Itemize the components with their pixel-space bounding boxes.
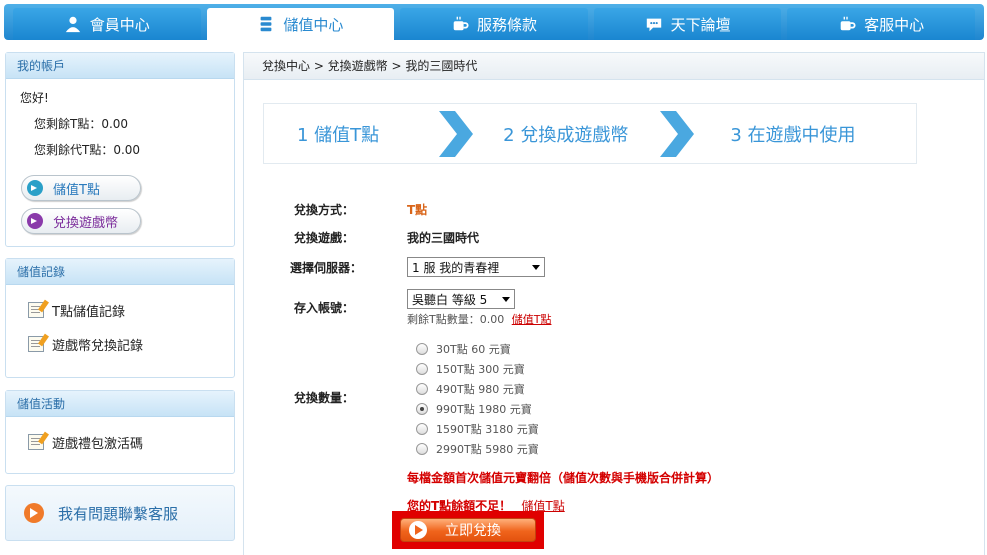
account-panel: 我的帳戶 您好! 您剩餘T點：0.00 您剩餘代T點：0.00 儲值T點 兌換遊… bbox=[5, 52, 235, 247]
quantity-option-label: 150T點 300 元寶 bbox=[436, 363, 525, 376]
remaining-points: 剩餘T點數量：0.00 bbox=[407, 313, 505, 326]
game-value: 我的三國時代 bbox=[407, 231, 480, 245]
quantity-option[interactable]: 990T點 1980 元寶 bbox=[416, 399, 532, 419]
exchange-button-label: 兌換遊戲幣 bbox=[53, 215, 119, 231]
promo-notice: 每檔金額首次儲值元寶翻倍（儲值次數與手機版合併計算） bbox=[407, 471, 720, 485]
exchange-now-label: 立即兌換 bbox=[445, 523, 501, 539]
server-select-value: 1 服 我的青春裡 bbox=[412, 260, 500, 275]
method-value: T點 bbox=[407, 203, 428, 217]
quantity-option[interactable]: 1590T點 3180 元寶 bbox=[416, 419, 539, 439]
greeting: 您好! bbox=[20, 91, 49, 105]
sidebar-item-label: T點儲值記錄 bbox=[52, 304, 125, 320]
cup-icon bbox=[453, 16, 469, 31]
tab-terms[interactable]: 服務條款 bbox=[400, 8, 588, 40]
exchange-button[interactable]: 兌換遊戲幣 bbox=[21, 208, 141, 234]
method-label: 兌換方式： bbox=[293, 203, 354, 217]
sidebar-item-label: 遊戲禮包激活碼 bbox=[52, 436, 144, 452]
step-3: 3 在遊戲中使用 bbox=[730, 124, 856, 146]
tab-label: 天下論壇 bbox=[670, 15, 731, 34]
tab-topup-center[interactable]: 儲值中心 bbox=[206, 8, 395, 40]
account-select[interactable]: 吳聽白 等級 5 bbox=[407, 289, 515, 309]
account-select-value: 吳聽白 等級 5 bbox=[412, 292, 488, 307]
account-label: 存入帳號： bbox=[293, 301, 354, 315]
t-points-balance: 您剩餘T點：0.00 bbox=[34, 117, 129, 131]
sidebar-item-label: 遊戲幣兌換記錄 bbox=[52, 338, 144, 354]
quantity-option[interactable]: 2990T點 5980 元寶 bbox=[416, 439, 539, 459]
proxy-points-balance: 您剩餘代T點：0.00 bbox=[34, 143, 141, 157]
arrow-icon bbox=[24, 503, 44, 523]
tab-label: 儲值中心 bbox=[283, 15, 344, 34]
topup-link[interactable]: 儲值T點 bbox=[512, 313, 552, 326]
radio-button-selected[interactable] bbox=[416, 403, 428, 415]
top-nav: 會員中心 儲值中心 服務條款 天下論壇 客服中心 bbox=[4, 4, 984, 40]
main-content: 兌換中心 > 兌換遊戲幣 > 我的三國時代 1 儲值T點 2 兌換成遊戲幣 3 … bbox=[243, 52, 985, 555]
sidebar-item-t-topup-records[interactable]: T點儲值記錄 bbox=[6, 293, 234, 327]
events-panel-title: 儲值活動 bbox=[6, 391, 234, 417]
note-edit-icon bbox=[28, 302, 44, 318]
contact-support-button[interactable]: 我有問題聯繫客服 bbox=[5, 485, 235, 541]
records-panel-title: 儲值記錄 bbox=[6, 259, 234, 285]
account-panel-title: 我的帳戶 bbox=[6, 53, 234, 79]
tab-member-center[interactable]: 會員中心 bbox=[13, 8, 201, 40]
quantity-option-label: 490T點 980 元寶 bbox=[436, 383, 525, 396]
quantity-option[interactable]: 30T點 60 元寶 bbox=[416, 339, 511, 359]
tab-label: 會員中心 bbox=[89, 15, 150, 34]
tab-forum[interactable]: 天下論壇 bbox=[593, 8, 782, 40]
user-icon bbox=[65, 16, 80, 33]
step-1: 1 儲值T點 bbox=[297, 124, 380, 146]
events-panel: 儲值活動 遊戲禮包激活碼 bbox=[5, 390, 235, 474]
radio-button[interactable] bbox=[416, 363, 428, 375]
tab-customer-service[interactable]: 客服中心 bbox=[787, 8, 975, 40]
step-indicator: 1 儲值T點 2 兌換成遊戲幣 3 在遊戲中使用 bbox=[263, 103, 917, 164]
chevron-down-icon bbox=[502, 296, 510, 302]
radio-button[interactable] bbox=[416, 383, 428, 395]
cup-icon bbox=[840, 16, 856, 31]
sidebar-item-gift-codes[interactable]: 遊戲禮包激活碼 bbox=[6, 425, 234, 459]
tab-label: 服務條款 bbox=[476, 15, 537, 34]
database-icon bbox=[260, 16, 272, 32]
server-select[interactable]: 1 服 我的青春裡 bbox=[407, 257, 545, 277]
topup-button[interactable]: 儲值T點 bbox=[21, 175, 141, 201]
quantity-option[interactable]: 150T點 300 元寶 bbox=[416, 359, 525, 379]
step-2: 2 兌換成遊戲幣 bbox=[503, 124, 629, 146]
radio-button[interactable] bbox=[416, 343, 428, 355]
radio-button[interactable] bbox=[416, 423, 428, 435]
tab-label: 客服中心 bbox=[864, 15, 925, 34]
quantity-option[interactable]: 490T點 980 元寶 bbox=[416, 379, 525, 399]
quantity-option-label: 2990T點 5980 元寶 bbox=[436, 443, 539, 456]
contact-support-label: 我有問題聯繫客服 bbox=[58, 504, 179, 523]
chevron-down-icon bbox=[532, 264, 540, 270]
arrow-icon bbox=[409, 521, 427, 539]
game-label: 兌換遊戲： bbox=[293, 231, 354, 245]
arrow-icon bbox=[27, 180, 43, 196]
exchange-now-button[interactable]: 立即兌換 bbox=[400, 518, 536, 542]
note-edit-icon bbox=[28, 336, 44, 352]
quantity-option-label: 1590T點 3180 元寶 bbox=[436, 423, 539, 436]
quantity-label: 兌換數量： bbox=[293, 391, 354, 405]
quantity-option-label: 990T點 1980 元寶 bbox=[436, 403, 532, 416]
records-panel: 儲值記錄 T點儲值記錄 遊戲幣兌換記錄 bbox=[5, 258, 235, 378]
server-label: 選擇伺服器： bbox=[289, 261, 362, 275]
topup-button-label: 儲值T點 bbox=[53, 182, 100, 198]
radio-button[interactable] bbox=[416, 443, 428, 455]
breadcrumb: 兌換中心 > 兌換遊戲幣 > 我的三國時代 bbox=[244, 53, 984, 80]
submit-highlight: 立即兌換 bbox=[392, 511, 544, 549]
note-edit-icon bbox=[28, 434, 44, 450]
chat-bubble-icon bbox=[646, 18, 661, 32]
chevron-right-icon bbox=[439, 110, 474, 157]
sidebar-item-exchange-records[interactable]: 遊戲幣兌換記錄 bbox=[6, 327, 234, 361]
arrow-icon bbox=[27, 213, 43, 229]
quantity-option-label: 30T點 60 元寶 bbox=[436, 343, 511, 356]
chevron-right-icon bbox=[660, 110, 695, 157]
